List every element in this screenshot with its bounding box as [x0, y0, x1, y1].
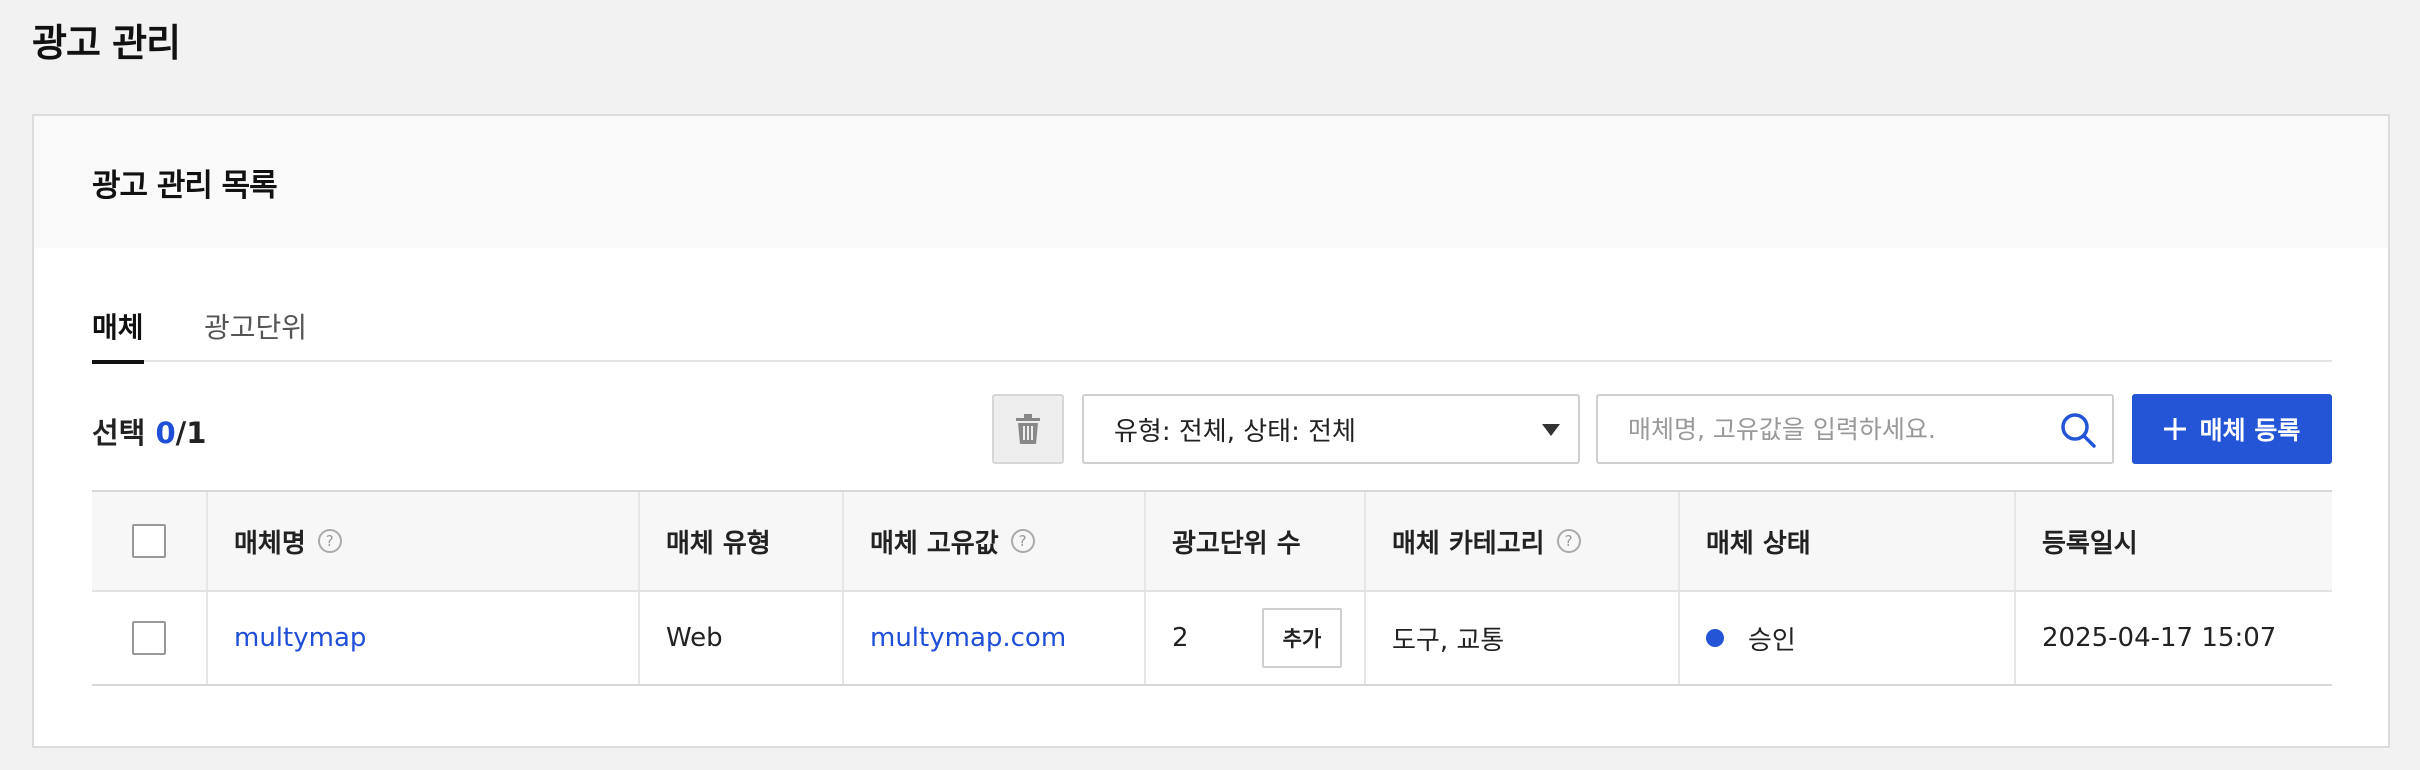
header-media-type: 매체 유형: [640, 492, 844, 590]
add-media-button[interactable]: 매체 등록: [2132, 394, 2332, 464]
delete-button[interactable]: [992, 394, 1064, 464]
selection-count: 선택 0/1: [92, 410, 206, 452]
help-icon[interactable]: ?: [1556, 529, 1581, 553]
row-checkbox-cell: [92, 592, 208, 684]
header-label: 매체 상태: [1706, 528, 1811, 559]
add-media-label: 매체 등록: [2199, 416, 2301, 445]
header-label: 매체 카테고리: [1392, 528, 1545, 559]
header-registered-at: 등록일시: [2016, 492, 2332, 590]
help-icon[interactable]: ?: [1010, 529, 1035, 553]
selection-label: 선택: [92, 416, 146, 450]
ad-unit-count-cell: 2 추가: [1146, 592, 1366, 684]
header-media-name: 매체명 ?: [208, 492, 640, 590]
header-label: 등록일시: [2042, 528, 2138, 559]
trash-icon: [1016, 414, 1040, 444]
status-cell: 승인: [1680, 592, 2016, 684]
header-checkbox-cell: [92, 492, 208, 590]
plus-icon: [2163, 418, 2186, 440]
header-label: 매체 고유값: [870, 528, 999, 559]
tab-ad-units[interactable]: 광고단위: [204, 306, 307, 362]
media-name-cell: multymap: [208, 592, 640, 684]
table-header: 매체명 ? 매체 유형 매체 고유값 ? 광고단위 수 매체 카테고리 ? 매체…: [92, 490, 2332, 592]
media-table: 매체명 ? 매체 유형 매체 고유값 ? 광고단위 수 매체 카테고리 ? 매체…: [92, 490, 2332, 686]
search-input[interactable]: [1598, 396, 2038, 462]
caret-down-icon: [1542, 424, 1560, 436]
status-dot-icon: [1706, 629, 1724, 647]
total-count: /1: [175, 416, 207, 450]
row-checkbox[interactable]: [132, 621, 166, 655]
card-title: 광고 관리 목록: [92, 167, 278, 204]
table-row: multymap Web multymap.com 2 추가 도구, 교통 승인…: [92, 592, 2332, 686]
media-category: 도구, 교통: [1392, 625, 1505, 656]
status-text: 승인: [1748, 625, 1796, 656]
registered-at: 2025-04-17 15:07: [2042, 623, 2277, 653]
header-ad-unit-count: 광고단위 수: [1146, 492, 1366, 590]
category-cell: 도구, 교통: [1366, 592, 1680, 684]
unique-value-link[interactable]: multymap.com: [870, 623, 1066, 653]
toolbar: 선택 0/1 유형: 전체, 상태: 전체 매체명, 고유값을 입력하세요. 매…: [92, 394, 2332, 466]
header-label: 매체명: [234, 528, 306, 559]
selected-count: 0: [155, 416, 176, 450]
header-label: 광고단위 수: [1172, 528, 1301, 559]
header-label: 매체 유형: [666, 528, 771, 559]
unique-value-cell: multymap.com: [844, 592, 1146, 684]
filter-select[interactable]: 유형: 전체, 상태: 전체: [1082, 394, 1580, 464]
tab-media[interactable]: 매체: [92, 306, 144, 364]
card-header: 광고 관리 목록: [34, 116, 2388, 248]
help-icon[interactable]: ?: [317, 529, 342, 553]
page-title: 광고 관리: [32, 21, 181, 65]
ad-management-card: 광고 관리 목록 매체 광고단위 선택 0/1 유형: 전체, 상태: 전체 매…: [32, 114, 2390, 748]
filter-value: 유형: 전체, 상태: 전체: [1114, 416, 1356, 447]
registered-at-cell: 2025-04-17 15:07: [2016, 592, 2332, 684]
media-type: Web: [666, 623, 723, 653]
media-type-cell: Web: [640, 592, 844, 684]
ad-unit-count: 2: [1172, 623, 1189, 653]
header-media-category: 매체 카테고리 ?: [1366, 492, 1680, 590]
media-name-link[interactable]: multymap: [234, 623, 366, 653]
tab-bar: 매체 광고단위: [92, 306, 2332, 364]
search-box: [1596, 394, 2114, 464]
header-unique-value: 매체 고유값 ?: [844, 492, 1146, 590]
add-ad-unit-button[interactable]: 추가: [1262, 608, 1342, 668]
select-all-checkbox[interactable]: [132, 524, 166, 558]
header-media-status: 매체 상태: [1680, 492, 2016, 590]
search-icon[interactable]: [2058, 410, 2098, 450]
